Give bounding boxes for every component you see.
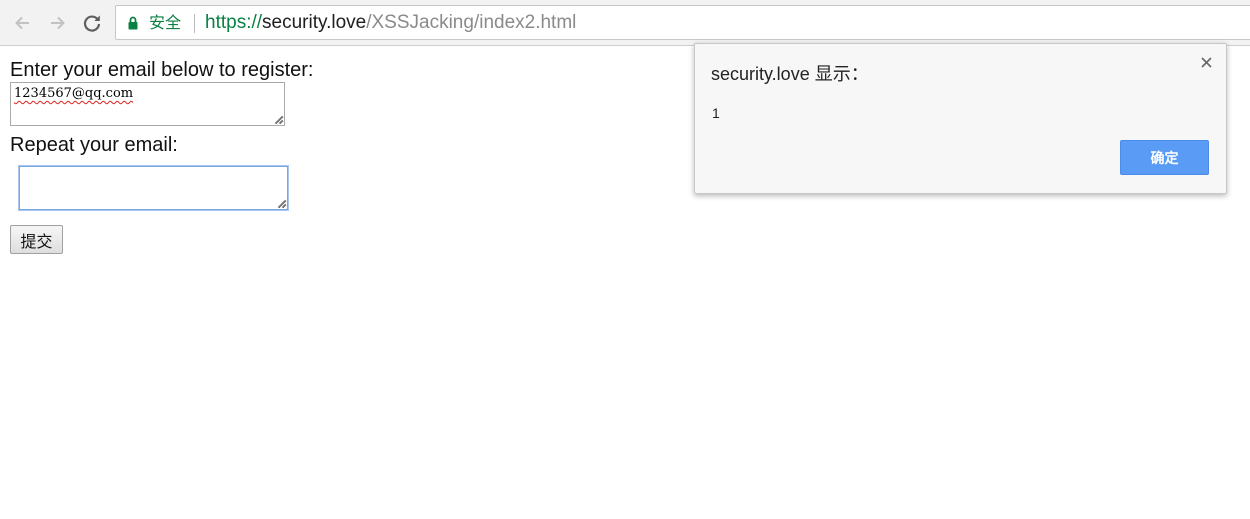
secure-label[interactable]: 安全 bbox=[149, 13, 181, 33]
address-bar[interactable]: 安全 https://security.love/XSSJacking/inde… bbox=[115, 5, 1250, 40]
reload-icon bbox=[83, 15, 101, 32]
ok-button[interactable]: 确定 bbox=[1120, 140, 1209, 175]
forward-arrow-icon bbox=[51, 16, 65, 30]
back-button[interactable] bbox=[10, 10, 36, 36]
alert-dialog: security.love 显示： 1 确定 bbox=[694, 43, 1227, 194]
email-textarea[interactable]: 1234567@qq.com bbox=[10, 82, 285, 126]
back-arrow-icon bbox=[15, 16, 29, 30]
alert-title: security.love 显示： bbox=[711, 64, 869, 84]
close-button[interactable] bbox=[1198, 54, 1214, 70]
browser-toolbar: 安全 https://security.love/XSSJacking/inde… bbox=[0, 0, 1250, 46]
forward-button[interactable] bbox=[44, 10, 70, 36]
url-text[interactable]: https://security.love/XSSJacking/index2.… bbox=[205, 12, 576, 34]
submit-button[interactable]: 提交 bbox=[10, 225, 63, 254]
repeat-email-textarea[interactable] bbox=[19, 166, 288, 210]
lock-icon[interactable] bbox=[128, 16, 138, 30]
reload-button[interactable] bbox=[79, 10, 105, 36]
close-icon bbox=[1200, 56, 1212, 68]
email-label: Enter your email below to register: bbox=[10, 59, 314, 81]
alert-message: 1 bbox=[712, 105, 720, 121]
url-host: security.love bbox=[262, 12, 367, 33]
omnibox-divider bbox=[194, 14, 195, 33]
email-value: 1234567@qq.com bbox=[14, 86, 134, 101]
repeat-email-label: Repeat your email: bbox=[10, 134, 178, 156]
resize-grip-icon[interactable] bbox=[277, 199, 286, 208]
url-path: /XSSJacking/index2.html bbox=[366, 12, 577, 33]
resize-grip-icon[interactable] bbox=[274, 115, 283, 124]
url-scheme: https:// bbox=[205, 12, 263, 33]
